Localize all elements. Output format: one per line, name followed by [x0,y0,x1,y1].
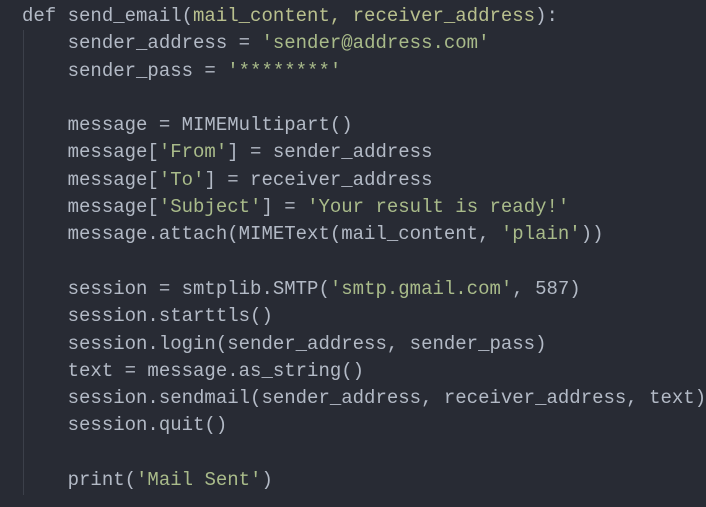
param-token: mail_content, receiver_address [193,5,536,27]
code-line: sender_pass = '********' [22,58,706,85]
code-token: message.attach(MIMEText(mail_content, [22,223,501,246]
code-token: session.login(sender_address, sender_pas… [22,332,547,355]
code-line: session.quit() [22,412,706,439]
code-line: session.starttls() [22,303,706,330]
code-token: def send_email( [22,5,194,27]
code-line: message['To'] = receiver_address [22,167,706,194]
string-token: 'plain' [500,223,581,246]
code-token: print( [22,469,137,492]
code-token: sender_address = [22,32,262,55]
code-token: , 587) [512,277,581,300]
code-token: session.quit() [22,414,228,437]
code-line: message['Subject'] = 'Your result is rea… [22,194,706,221]
string-token: 'smtp.gmail.com' [329,277,513,300]
string-token: 'From' [158,141,228,164]
code-line: session.login(sender_address, sender_pas… [22,331,706,358]
code-token: sender_pass = [22,59,228,82]
string-token: 'To' [158,168,205,191]
code-token: session.starttls() [22,305,273,328]
code-line: message['From'] = sender_address [22,139,706,166]
code-editor[interactable]: def send_email(mail_content, receiver_ad… [22,3,706,494]
code-line: text = message.as_string() [22,358,706,385]
string-token: 'sender@address.com' [261,32,490,55]
code-line: def send_email(mail_content, receiver_ad… [22,3,706,30]
code-token: session = smtplib.SMTP( [22,277,330,300]
code-token: message[ [22,196,159,219]
code-token: message[ [22,141,159,164]
string-token: 'Your result is ready!' [307,196,570,219]
code-token: ] = sender_address [227,141,433,164]
code-line: sender_address = 'sender@address.com' [22,30,706,57]
code-line: message = MIMEMultipart() [22,112,706,139]
string-token: 'Subject' [158,196,262,219]
code-token: message[ [22,168,159,191]
code-line: message.attach(MIMEText(mail_content, 'p… [22,221,706,248]
code-token: ] = receiver_address [204,168,433,191]
code-token: ] = [261,196,308,219]
code-token: session.sendmail(sender_address, receive… [22,387,706,410]
code-line: session.sendmail(sender_address, receive… [22,385,706,412]
code-token: message = MIMEMultipart() [22,114,353,137]
string-token: 'Mail Sent' [136,469,262,492]
string-token: '********' [227,59,342,82]
code-token: ): [535,5,558,27]
code-line: session = smtplib.SMTP('smtp.gmail.com',… [22,276,706,303]
code-token: text = message.as_string() [22,359,365,382]
code-token: ) [261,469,273,492]
code-line: print('Mail Sent') [22,467,706,494]
code-token: )) [580,223,604,246]
